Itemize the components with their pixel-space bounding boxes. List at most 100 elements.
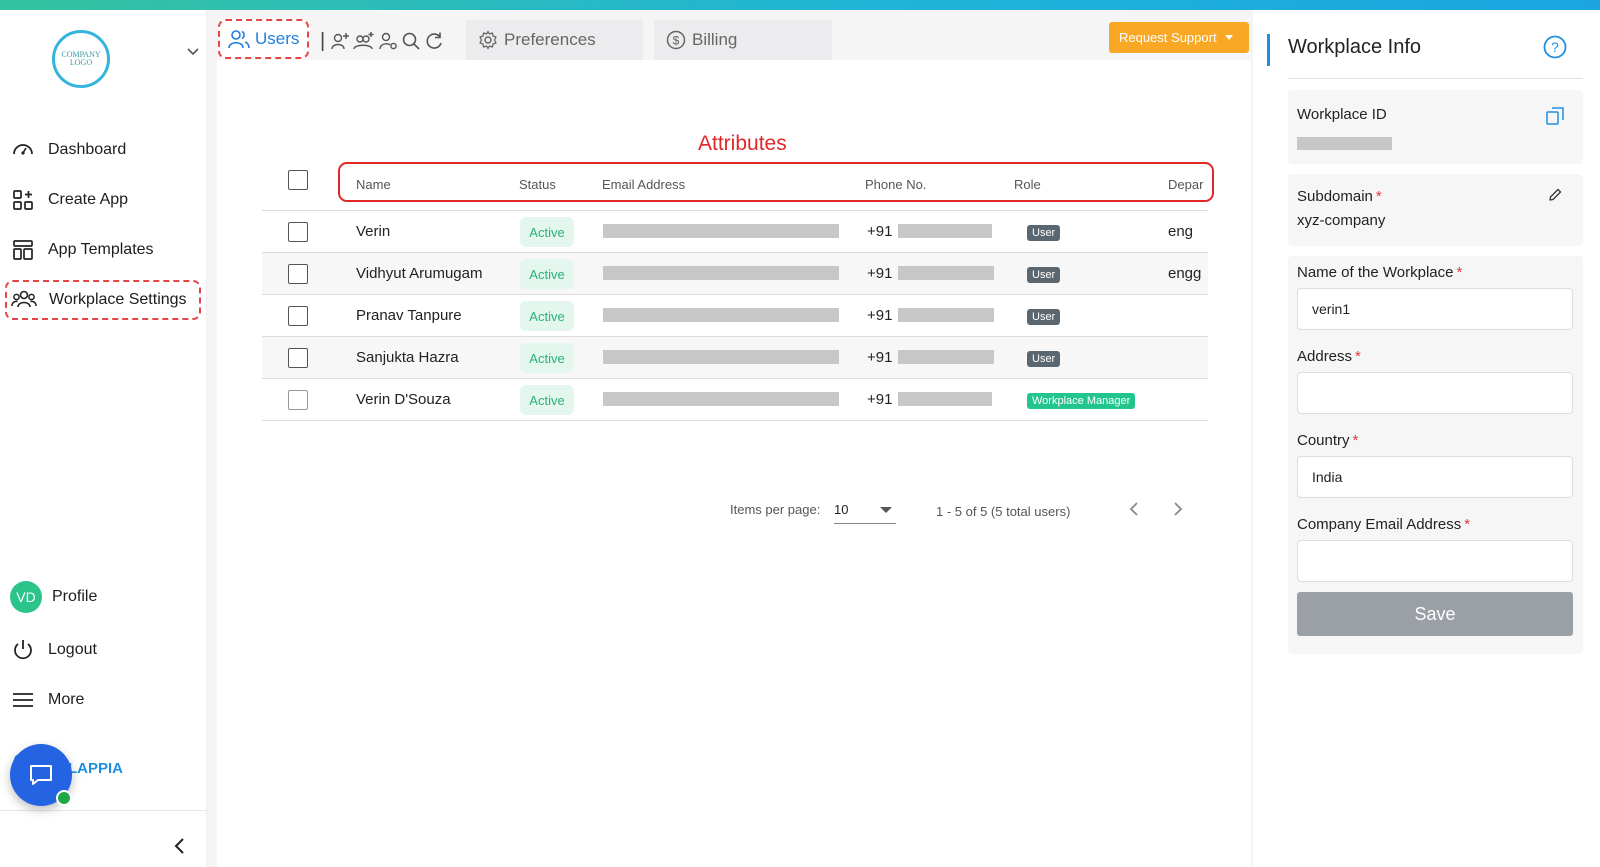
avatar: VD [10, 581, 42, 613]
next-page-icon[interactable] [1170, 500, 1186, 518]
pagination-range: 1 - 5 of 5 (5 total users) [936, 504, 1071, 519]
toolbar-separator: | [320, 29, 326, 52]
sidebar-item-label: More [48, 691, 85, 708]
table-row[interactable]: Vidhyut Arumugam Active +91 User engg [262, 253, 1208, 295]
select-all-checkbox[interactable] [288, 170, 308, 190]
required-mark: * [1464, 516, 1471, 533]
workplace-info-panel: Workplace Info ? Workplace ID Subdomain *… [1253, 10, 1600, 867]
sidebar-item-create-app[interactable]: Create App [10, 180, 200, 220]
required-mark: * [1355, 348, 1361, 365]
templates-icon [10, 237, 36, 263]
panel-accent-bar [1267, 34, 1270, 66]
cell-phone-prefix: +91 [867, 349, 893, 366]
redacted-email [603, 350, 839, 364]
redacted-email [603, 224, 839, 238]
row-checkbox[interactable] [288, 306, 308, 326]
role-badge: User [1027, 225, 1061, 241]
request-support-label: Request Support [1119, 30, 1217, 45]
tab-billing[interactable]: $ Billing [654, 20, 832, 60]
annotation-label: Attributes [698, 132, 787, 155]
items-per-page-select[interactable]: 10 [834, 494, 896, 524]
sidebar-item-more[interactable]: More [10, 680, 200, 720]
sidebar-item-label: Logout [48, 641, 97, 658]
company-logo[interactable]: COMPANY LOGO [52, 30, 110, 88]
save-button[interactable]: Save [1297, 592, 1573, 636]
table-row[interactable]: Sanjukta Hazra Active +91 User [262, 337, 1208, 379]
panel-title: Workplace Info [1288, 36, 1422, 58]
svg-text:?: ? [1551, 39, 1559, 55]
column-header-status[interactable]: Status [519, 177, 556, 192]
sidebar-item-label: Dashboard [48, 141, 127, 158]
cell-name: Verin [356, 223, 391, 240]
panel-divider [1288, 78, 1583, 79]
chevron-down-icon[interactable] [186, 44, 200, 58]
column-header-email[interactable]: Email Address [602, 177, 685, 192]
tab-users[interactable]: Users [218, 19, 309, 59]
role-badge: Workplace Manager [1027, 393, 1136, 409]
country-label-text: Country [1297, 432, 1350, 449]
add-group-icon[interactable] [353, 31, 375, 51]
sidebar: COMPANY LOGO Dashboard Create App App Tem… [0, 10, 207, 867]
column-header-phone[interactable]: Phone No. [865, 177, 926, 192]
tab-preferences[interactable]: Preferences [466, 20, 643, 60]
sidebar-item-dashboard[interactable]: Dashboard [10, 130, 200, 170]
tab-label: Preferences [504, 30, 596, 49]
row-checkbox[interactable] [288, 264, 308, 284]
table-header: Name Status Email Address Phone No. Role… [262, 165, 1208, 211]
workplace-name-input[interactable]: verin1 [1297, 288, 1573, 330]
items-per-page-value: 10 [834, 502, 849, 517]
status-badge: Active [520, 385, 574, 415]
redacted-phone [898, 308, 994, 322]
help-icon[interactable]: ? [1543, 35, 1567, 59]
table-row[interactable]: Verin Active +91 User eng [262, 211, 1208, 253]
collapse-sidebar-icon[interactable] [172, 836, 188, 856]
sidebar-item-workplace-settings[interactable]: Workplace Settings [5, 280, 201, 320]
refresh-icon[interactable] [424, 31, 444, 51]
sidebar-item-label: Workplace Settings [49, 291, 187, 308]
search-icon[interactable] [401, 31, 421, 51]
cell-name: Verin D'Souza [356, 391, 451, 408]
previous-page-icon[interactable] [1126, 500, 1142, 518]
column-header-role[interactable]: Role [1014, 177, 1041, 192]
menu-icon [10, 687, 36, 713]
request-support-button[interactable]: Request Support [1109, 22, 1249, 53]
address-input[interactable] [1297, 372, 1573, 414]
required-mark: * [1375, 188, 1382, 205]
subdomain-label-text: Subdomain [1297, 188, 1373, 205]
sidebar-item-label: App Templates [48, 241, 154, 258]
add-user-icon[interactable] [330, 31, 350, 51]
redacted-workplace-id [1297, 137, 1392, 150]
top-gradient-bar [0, 0, 1600, 10]
row-checkbox[interactable] [288, 390, 308, 410]
redacted-phone [898, 392, 992, 406]
company-email-input[interactable] [1297, 540, 1573, 582]
copy-icon[interactable] [1545, 106, 1565, 126]
column-header-department[interactable]: Depar [1168, 177, 1208, 192]
redacted-email [603, 266, 839, 280]
required-mark: * [1352, 432, 1359, 449]
status-badge: Active [520, 343, 574, 373]
sidebar-item-logout[interactable]: Logout [10, 630, 200, 670]
row-checkbox[interactable] [288, 222, 308, 242]
role-badge: User [1027, 309, 1061, 325]
tab-label: Users [255, 29, 300, 48]
sidebar-item-app-templates[interactable]: App Templates [10, 230, 200, 270]
row-checkbox[interactable] [288, 348, 308, 368]
dollar-icon: $ [666, 30, 686, 50]
subdomain-card: Subdomain * xyz-company [1288, 174, 1583, 246]
country-input[interactable]: India [1297, 456, 1573, 498]
status-badge: Active [520, 301, 574, 331]
table-row[interactable]: Verin D'Souza Active +91 Workplace Manag… [262, 379, 1208, 421]
edit-pencil-icon[interactable] [1548, 188, 1562, 202]
create-app-icon [10, 187, 36, 213]
column-header-name[interactable]: Name [356, 177, 391, 192]
dropdown-arrow-icon [880, 507, 892, 513]
user-settings-icon[interactable] [378, 31, 398, 51]
cell-name: Pranav Tanpure [356, 307, 462, 324]
table-row[interactable]: Pranav Tanpure Active +91 User [262, 295, 1208, 337]
company-email-label: Company Email Address * [1297, 516, 1470, 533]
sidebar-item-profile[interactable]: VD Profile [10, 577, 200, 617]
role-badge: User [1027, 267, 1061, 283]
user-toolbar: | [320, 28, 444, 54]
power-icon [10, 637, 36, 663]
